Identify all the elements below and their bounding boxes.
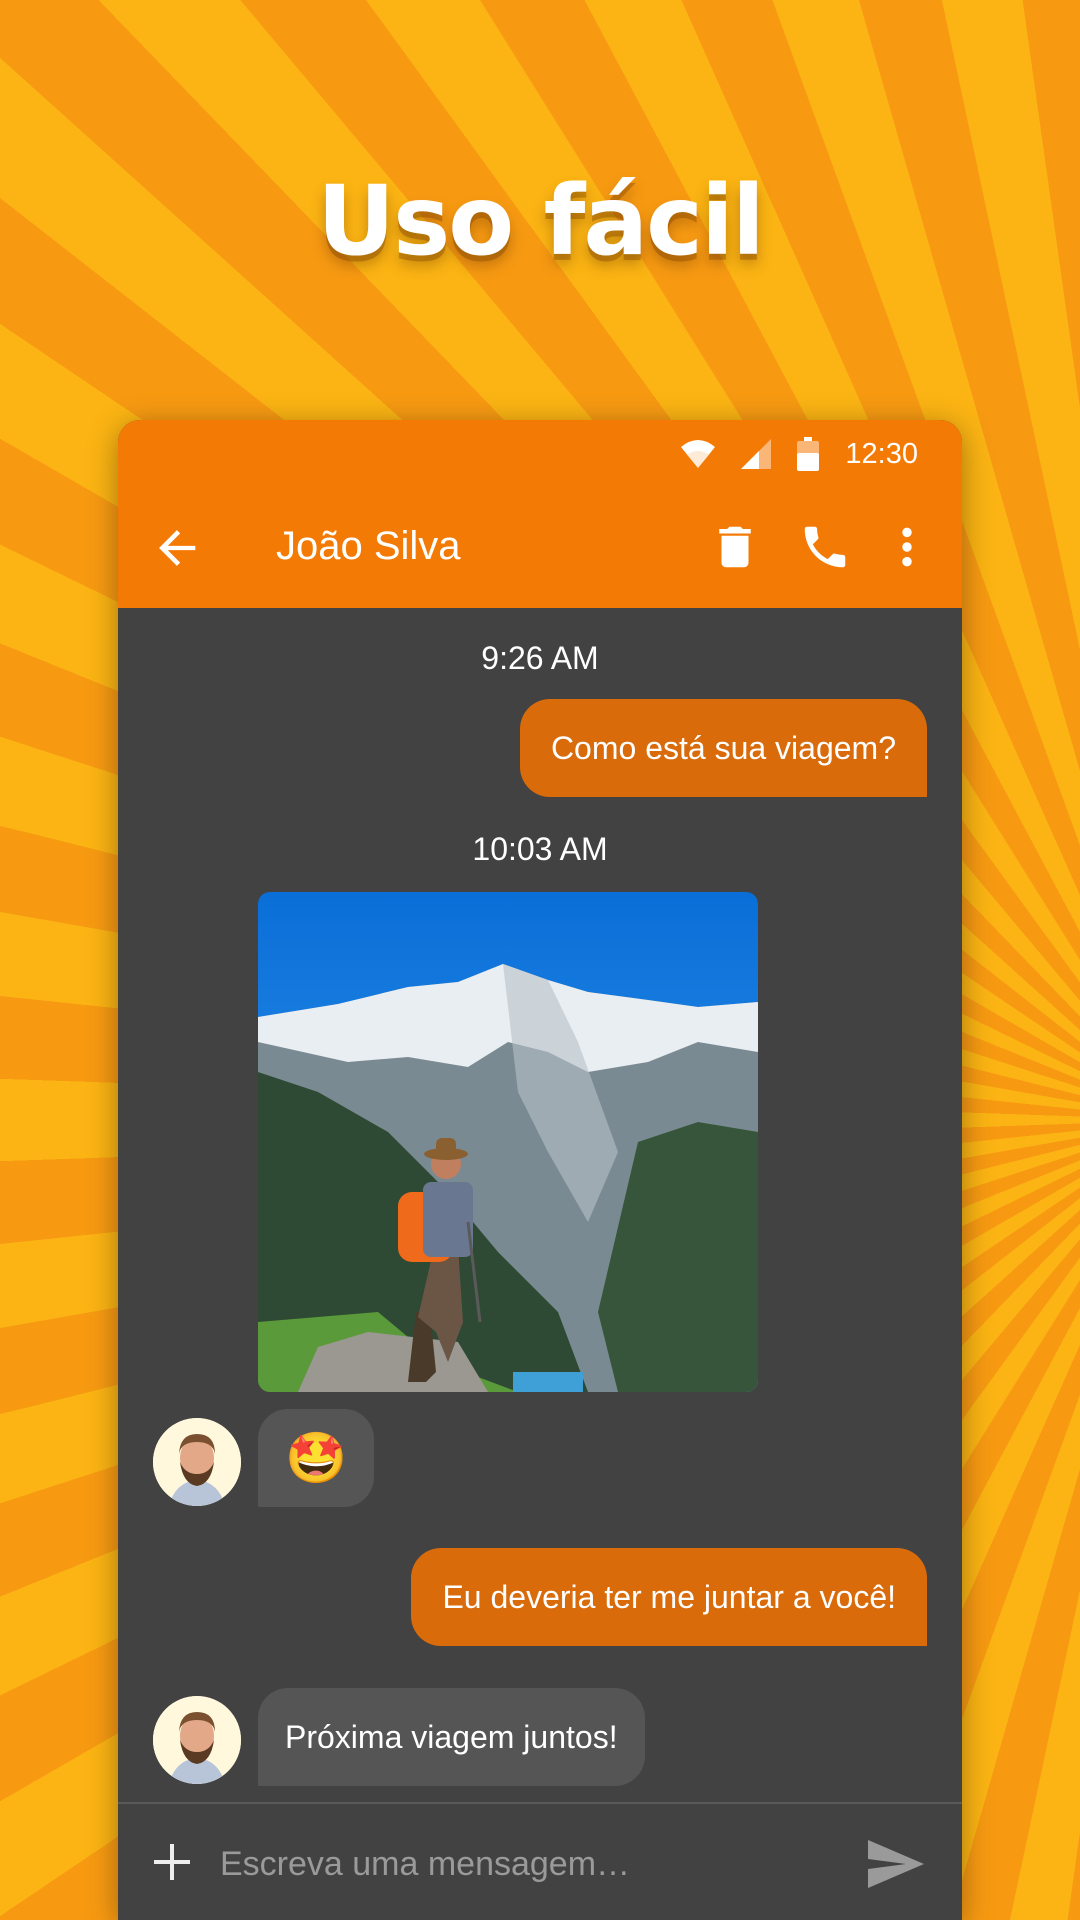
back-arrow-icon[interactable] [152, 522, 204, 574]
more-vert-icon[interactable] [880, 520, 934, 574]
message-timestamp: 10:03 AM [472, 831, 608, 867]
plus-icon[interactable] [150, 1840, 194, 1884]
contact-avatar-image [153, 1696, 241, 1784]
phone-icon[interactable] [798, 520, 852, 574]
wifi-icon [681, 440, 716, 468]
outgoing-message[interactable]: Como está sua viagem? [519, 699, 927, 797]
contact-avatar-image [153, 1418, 241, 1506]
headline: Uso fácil [317, 165, 765, 277]
incoming-message[interactable]: Próxima viagem juntos! [258, 1688, 645, 1786]
avatar[interactable] [153, 1696, 241, 1784]
status-bar: 12:30 [118, 420, 962, 486]
signal-icon [741, 439, 772, 469]
app-toolbar: João Silva [118, 486, 962, 608]
outgoing-message[interactable]: Eu deveria ter me juntar a você! [411, 1548, 927, 1646]
contact-name: João Silva [276, 524, 461, 568]
message-timestamp: 9:26 AM [481, 640, 599, 676]
phone-screen: 12:30 João Silva 9:26 AM Como está sua v… [118, 420, 962, 1920]
avatar[interactable] [153, 1418, 241, 1506]
status-time: 12:30 [845, 437, 918, 470]
composer-bar [118, 1802, 962, 1920]
shared-photo[interactable] [258, 892, 758, 1392]
message-list: 9:26 AM Como está sua viagem? 10:03 AM 🤩… [118, 608, 962, 1820]
mountain-hiker-image [258, 892, 758, 1392]
message-input[interactable] [218, 1832, 802, 1896]
battery-icon [797, 437, 820, 471]
incoming-message[interactable]: 🤩 [258, 1409, 375, 1507]
trash-icon[interactable] [708, 520, 762, 574]
send-icon[interactable] [866, 1838, 926, 1890]
